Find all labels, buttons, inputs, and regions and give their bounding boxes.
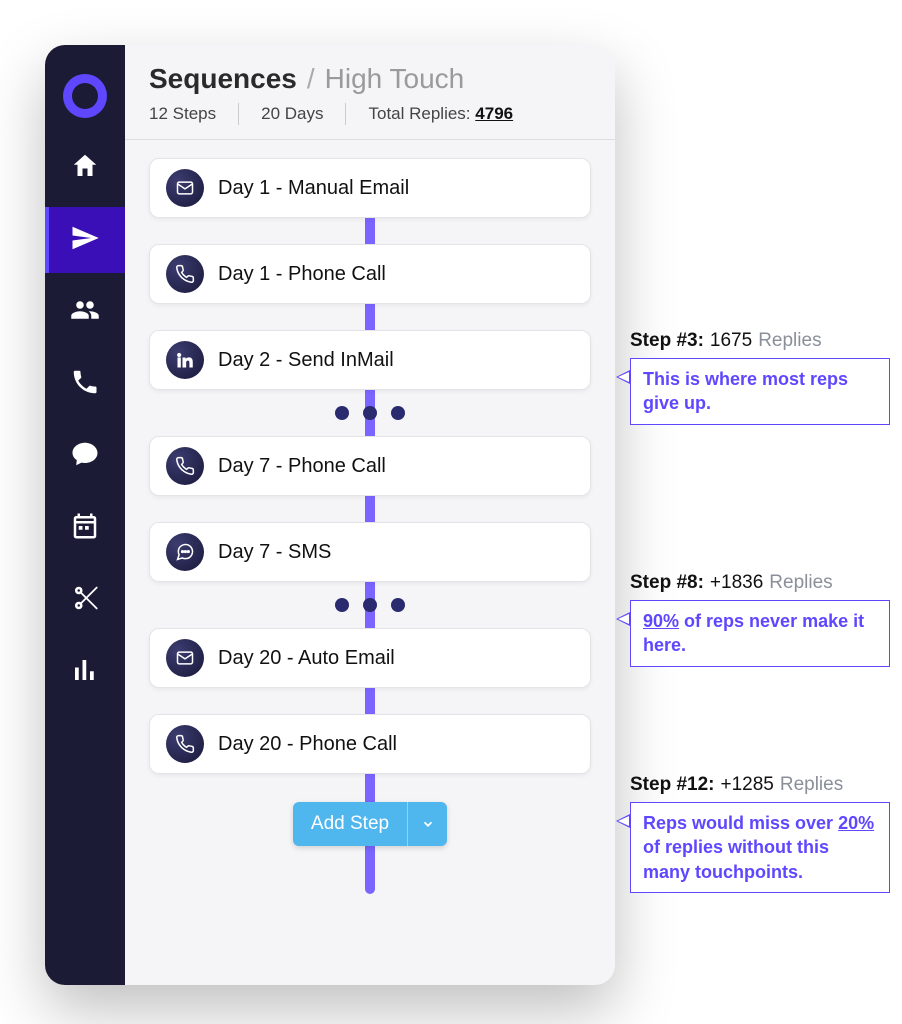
step-card[interactable]: Day 2 - Send InMail (149, 330, 591, 390)
add-step-label: Add Step (293, 802, 407, 846)
breadcrumb-separator: / (307, 63, 315, 95)
step-card[interactable]: Day 1 - Manual Email (149, 158, 591, 218)
divider (238, 103, 239, 125)
ellipsis (149, 406, 591, 420)
annotation: Step #12: +1285 Replies Reps would miss … (630, 774, 890, 893)
step-card[interactable]: Day 1 - Phone Call (149, 244, 591, 304)
phone-icon (166, 725, 204, 763)
phone-icon (70, 367, 100, 402)
step-card[interactable]: Day 20 - Phone Call (149, 714, 591, 774)
nav-call[interactable] (45, 351, 125, 417)
ellipsis (149, 598, 591, 612)
step-label: Day 7 - Phone Call (218, 455, 386, 478)
annotation: Step #3: 1675 Replies This is where most… (630, 330, 890, 425)
step-label: Day 20 - Phone Call (218, 733, 397, 756)
app-window: Sequences / High Touch 12 Steps 20 Days … (45, 45, 615, 985)
scissors-icon (70, 583, 100, 618)
step-list: Day 1 - Manual Email Day 1 - Phone Call … (149, 158, 591, 846)
step-label: Day 7 - SMS (218, 541, 331, 564)
nav-send[interactable] (45, 207, 125, 273)
nav-calendar[interactable] (45, 495, 125, 561)
breadcrumb: Sequences / High Touch (149, 63, 591, 95)
step-card[interactable]: Day 7 - Phone Call (149, 436, 591, 496)
main-panel: Sequences / High Touch 12 Steps 20 Days … (125, 45, 615, 985)
chevron-down-icon[interactable] (407, 802, 447, 846)
divider (345, 103, 346, 125)
step-card[interactable]: Day 7 - SMS (149, 522, 591, 582)
calendar-icon (70, 511, 100, 546)
nav-analytics[interactable] (45, 639, 125, 705)
annotation-value: 1675 (710, 330, 752, 352)
chat-icon (70, 439, 100, 474)
annotation: Step #8: +1836 Replies 90% of reps never… (630, 572, 890, 667)
logo-icon[interactable] (45, 63, 125, 129)
step-label: Day 20 - Auto Email (218, 647, 395, 670)
annotation-step: Step #12: (630, 774, 714, 796)
nav-people[interactable] (45, 279, 125, 345)
home-icon (70, 151, 100, 186)
total-replies: Total Replies: 4796 (368, 104, 513, 124)
annotation-text: Reps would miss over 20% of replies with… (630, 802, 890, 893)
step-card[interactable]: Day 20 - Auto Email (149, 628, 591, 688)
add-step-button[interactable]: Add Step (293, 802, 447, 846)
people-icon (70, 295, 100, 330)
linkedin-icon (166, 341, 204, 379)
step-label: Day 1 - Phone Call (218, 263, 386, 286)
step-label: Day 2 - Send InMail (218, 349, 394, 372)
step-label: Day 1 - Manual Email (218, 177, 409, 200)
annotation-suffix: Replies (780, 774, 843, 796)
email-icon (166, 169, 204, 207)
annotation-step: Step #8: (630, 572, 704, 594)
sequence-stats: 12 Steps 20 Days Total Replies: 4796 (149, 103, 591, 125)
steps-count: 12 Steps (149, 104, 216, 124)
nav-chat[interactable] (45, 423, 125, 489)
nav-home[interactable] (45, 135, 125, 201)
total-replies-count[interactable]: 4796 (475, 104, 513, 123)
send-icon (70, 223, 100, 258)
breadcrumb-current: High Touch (325, 63, 465, 95)
annotation-value: +1836 (710, 572, 763, 594)
nav-scissors[interactable] (45, 567, 125, 633)
email-icon (166, 639, 204, 677)
divider (125, 139, 615, 140)
chart-icon (70, 655, 100, 690)
sidebar-nav (45, 45, 125, 985)
phone-icon (166, 255, 204, 293)
annotation-suffix: Replies (758, 330, 821, 352)
sms-icon (166, 533, 204, 571)
annotation-value: +1285 (720, 774, 773, 796)
phone-icon (166, 447, 204, 485)
annotation-text: 90% of reps never make it here. (630, 600, 890, 667)
breadcrumb-section[interactable]: Sequences (149, 63, 297, 95)
annotation-step: Step #3: (630, 330, 704, 352)
days-count: 20 Days (261, 104, 323, 124)
annotation-suffix: Replies (769, 572, 832, 594)
annotation-text: This is where most reps give up. (630, 358, 890, 425)
